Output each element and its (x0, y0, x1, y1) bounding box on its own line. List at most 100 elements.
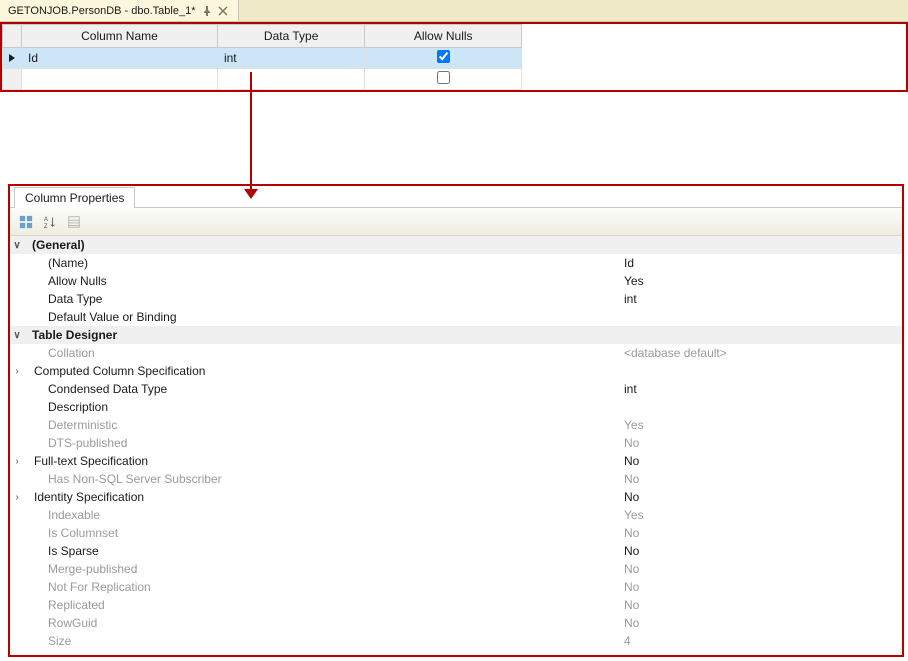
property-row[interactable]: Is SparseNo (10, 542, 902, 560)
property-value: No (624, 598, 896, 612)
property-name: RowGuid (24, 616, 624, 630)
property-name: Deterministic (24, 418, 624, 432)
chevron-right-icon[interactable]: › (10, 492, 24, 503)
property-row[interactable]: DeterministicYes (10, 416, 902, 434)
close-icon[interactable] (218, 6, 228, 16)
property-row[interactable]: Condensed Data Typeint (10, 380, 902, 398)
property-name: Replicated (24, 598, 624, 612)
property-name: Full-text Specification (24, 454, 624, 468)
property-grid-toolbar: AZ (10, 208, 902, 236)
property-row[interactable]: RowGuidNo (10, 614, 902, 632)
annotation-arrow-line (250, 72, 252, 192)
table-designer-grid[interactable]: Column Name Data Type Allow Nulls Idint (2, 24, 522, 90)
property-value: No (624, 562, 896, 576)
table-designer-grid-highlight: Column Name Data Type Allow Nulls Idint (0, 22, 908, 92)
property-section-label: Table Designer (24, 328, 624, 342)
categorized-icon[interactable] (16, 212, 36, 232)
property-row[interactable]: Allow NullsYes (10, 272, 902, 290)
property-row[interactable]: Default Value or Binding (10, 308, 902, 326)
property-row[interactable]: Merge-publishedNo (10, 560, 902, 578)
property-value[interactable]: int (624, 292, 896, 306)
property-section-header[interactable]: ∨Table Designer (10, 326, 902, 344)
property-row[interactable]: ReplicatedNo (10, 596, 902, 614)
chevron-down-icon[interactable]: ∨ (10, 330, 24, 341)
property-value: Yes (624, 418, 896, 432)
property-name: Size (24, 634, 624, 648)
annotation-arrow-area (0, 92, 908, 182)
property-name: Identity Specification (24, 490, 624, 504)
property-row[interactable]: Is ColumnsetNo (10, 524, 902, 542)
property-row[interactable]: Size4 (10, 632, 902, 650)
allow-nulls-checkbox[interactable] (437, 71, 450, 84)
designer-row[interactable]: Idint (3, 48, 522, 69)
annotation-arrow-head-icon (244, 189, 258, 199)
cell-column-name[interactable] (22, 69, 218, 90)
cell-data-type[interactable]: int (217, 48, 364, 69)
chevron-down-icon[interactable]: ∨ (10, 240, 24, 251)
header-column-name: Column Name (22, 25, 218, 48)
property-value[interactable]: int (624, 382, 896, 396)
property-name: Collation (24, 346, 624, 360)
current-row-icon (9, 54, 15, 62)
header-data-type: Data Type (217, 25, 364, 48)
property-value[interactable]: Id (624, 256, 896, 270)
cell-allow-nulls[interactable] (365, 48, 522, 69)
column-properties-tab-label: Column Properties (25, 191, 124, 205)
property-name: Data Type (24, 292, 624, 306)
property-value[interactable]: No (624, 544, 896, 558)
row-selector[interactable] (3, 48, 22, 69)
cell-column-name[interactable]: Id (22, 48, 218, 69)
document-tab-strip: GETONJOB.PersonDB - dbo.Table_1* (0, 0, 908, 22)
property-row[interactable]: Description (10, 398, 902, 416)
cell-data-type[interactable] (217, 69, 364, 90)
property-name: Allow Nulls (24, 274, 624, 288)
column-properties-tab[interactable]: Column Properties (14, 187, 135, 208)
property-value: No (624, 472, 896, 486)
column-properties-panel-highlight: Column Properties AZ ∨(General)(Name)IdA… (8, 184, 904, 657)
property-value: No (624, 436, 896, 450)
document-tab[interactable]: GETONJOB.PersonDB - dbo.Table_1* (0, 0, 239, 21)
row-selector-header (3, 25, 22, 48)
property-name: Is Sparse (24, 544, 624, 558)
chevron-right-icon[interactable]: › (10, 366, 24, 377)
property-section-header[interactable]: ∨(General) (10, 236, 902, 254)
cell-allow-nulls[interactable] (365, 69, 522, 90)
row-selector[interactable] (3, 69, 22, 90)
property-row[interactable]: ›Computed Column Specification (10, 362, 902, 380)
property-name: Merge-published (24, 562, 624, 576)
property-value[interactable]: No (624, 454, 896, 468)
property-row[interactable]: ›Full-text SpecificationNo (10, 452, 902, 470)
property-value[interactable]: No (624, 490, 896, 504)
property-row[interactable]: Not For ReplicationNo (10, 578, 902, 596)
property-row[interactable]: Collation<database default> (10, 344, 902, 362)
property-value[interactable]: Yes (624, 274, 896, 288)
svg-text:Z: Z (44, 223, 48, 229)
property-grid[interactable]: ∨(General)(Name)IdAllow NullsYesData Typ… (10, 236, 902, 655)
property-value: 4 (624, 634, 896, 648)
document-tab-title: GETONJOB.PersonDB - dbo.Table_1* (8, 5, 196, 17)
property-row[interactable]: Data Typeint (10, 290, 902, 308)
property-value: No (624, 526, 896, 540)
property-pages-icon[interactable] (64, 212, 84, 232)
property-row[interactable]: Has Non-SQL Server SubscriberNo (10, 470, 902, 488)
property-value: Yes (624, 508, 896, 522)
alphabetical-icon[interactable]: AZ (40, 212, 60, 232)
property-section-label: (General) (24, 238, 624, 252)
property-value: No (624, 616, 896, 630)
property-row[interactable]: (Name)Id (10, 254, 902, 272)
column-properties-tab-strip: Column Properties (10, 186, 902, 208)
header-allow-nulls: Allow Nulls (365, 25, 522, 48)
property-name: Indexable (24, 508, 624, 522)
property-row[interactable]: ›Identity SpecificationNo (10, 488, 902, 506)
property-row[interactable]: DTS-publishedNo (10, 434, 902, 452)
property-value: <database default> (624, 346, 896, 360)
property-value: No (624, 580, 896, 594)
svg-text:A: A (44, 216, 49, 223)
property-name: Not For Replication (24, 580, 624, 594)
allow-nulls-checkbox[interactable] (437, 50, 450, 63)
property-name: Description (24, 400, 624, 414)
chevron-right-icon[interactable]: › (10, 456, 24, 467)
designer-row[interactable] (3, 69, 522, 90)
pin-icon[interactable] (202, 6, 212, 16)
property-row[interactable]: IndexableYes (10, 506, 902, 524)
